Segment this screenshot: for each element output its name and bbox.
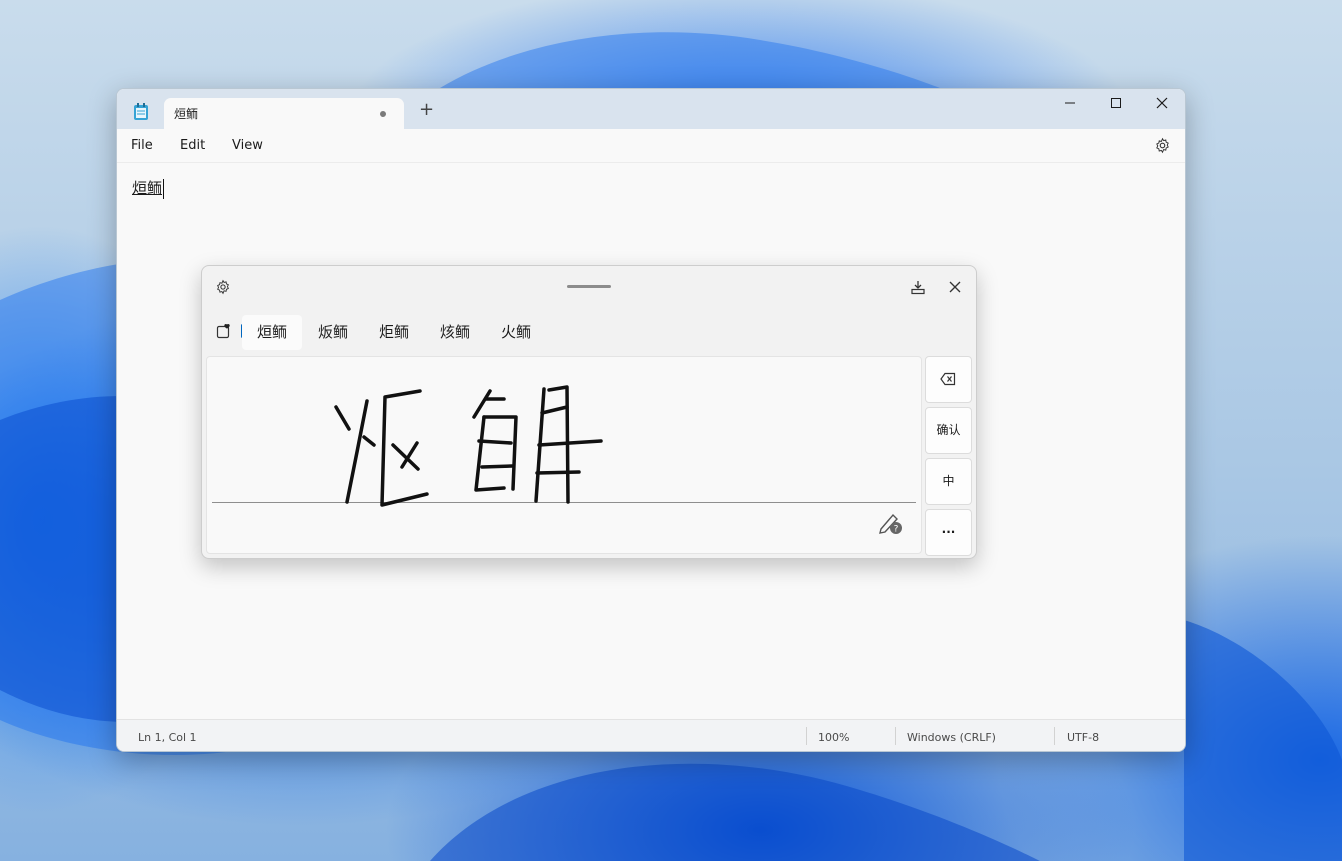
status-bar: Ln 1, Col 1 100% Windows (CRLF) UTF-8: [117, 719, 1185, 751]
menu-edit[interactable]: Edit: [180, 138, 205, 153]
handwriting-strokes: [334, 385, 603, 507]
favorites-icon[interactable]: [216, 323, 232, 339]
unsaved-indicator-icon[interactable]: [380, 111, 386, 117]
candidate-2[interactable]: 炍鲕: [303, 315, 363, 350]
backspace-button[interactable]: [925, 356, 972, 403]
zoom-level[interactable]: 100%: [818, 731, 849, 744]
menu-file[interactable]: File: [131, 138, 153, 153]
encoding[interactable]: UTF-8: [1067, 731, 1099, 744]
line-ending[interactable]: Windows (CRLF): [907, 731, 996, 744]
text-caret: [163, 179, 164, 199]
candidate-1[interactable]: 烜鲕: [242, 315, 302, 350]
candidate-5[interactable]: 火鲕: [486, 315, 546, 350]
cursor-position: Ln 1, Col 1: [138, 731, 197, 744]
confirm-button[interactable]: 确认: [925, 407, 972, 454]
backspace-icon: [940, 372, 956, 386]
more-options-button[interactable]: ...: [925, 509, 972, 556]
menu-bar: File Edit View: [117, 129, 1185, 163]
handwriting-panel: 烜鲕 炍鲕 炬鲕 烗鲕 火鲕 ? 确认 中 ...: [201, 265, 977, 559]
input-mode-button[interactable]: 中: [925, 458, 972, 505]
title-bar[interactable]: 烜鲕 +: [117, 89, 1185, 129]
tab-document[interactable]: 烜鲕: [164, 98, 404, 129]
close-window-button[interactable]: [1139, 89, 1185, 117]
new-tab-plus-icon[interactable]: +: [419, 101, 434, 119]
menu-view[interactable]: View: [232, 138, 263, 153]
status-divider: [806, 727, 807, 745]
notepad-icon: [133, 103, 149, 121]
handwriting-canvas[interactable]: ?: [206, 356, 922, 554]
gear-icon[interactable]: [215, 279, 231, 295]
gear-icon[interactable]: [1154, 137, 1171, 154]
drag-handle[interactable]: [567, 285, 611, 288]
close-icon[interactable]: [947, 279, 963, 295]
maximize-button[interactable]: [1093, 89, 1139, 117]
candidate-3[interactable]: 炬鲕: [364, 315, 424, 350]
pen-help-icon[interactable]: ?: [877, 510, 905, 536]
minimize-button[interactable]: [1047, 89, 1093, 117]
dock-icon[interactable]: [910, 279, 926, 295]
status-divider: [895, 727, 896, 745]
tab-title: 烜鲕: [174, 107, 199, 121]
status-divider: [1054, 727, 1055, 745]
document-text[interactable]: 烜鲕: [132, 177, 162, 198]
svg-text:?: ?: [894, 525, 899, 535]
candidate-4[interactable]: 烗鲕: [425, 315, 485, 350]
